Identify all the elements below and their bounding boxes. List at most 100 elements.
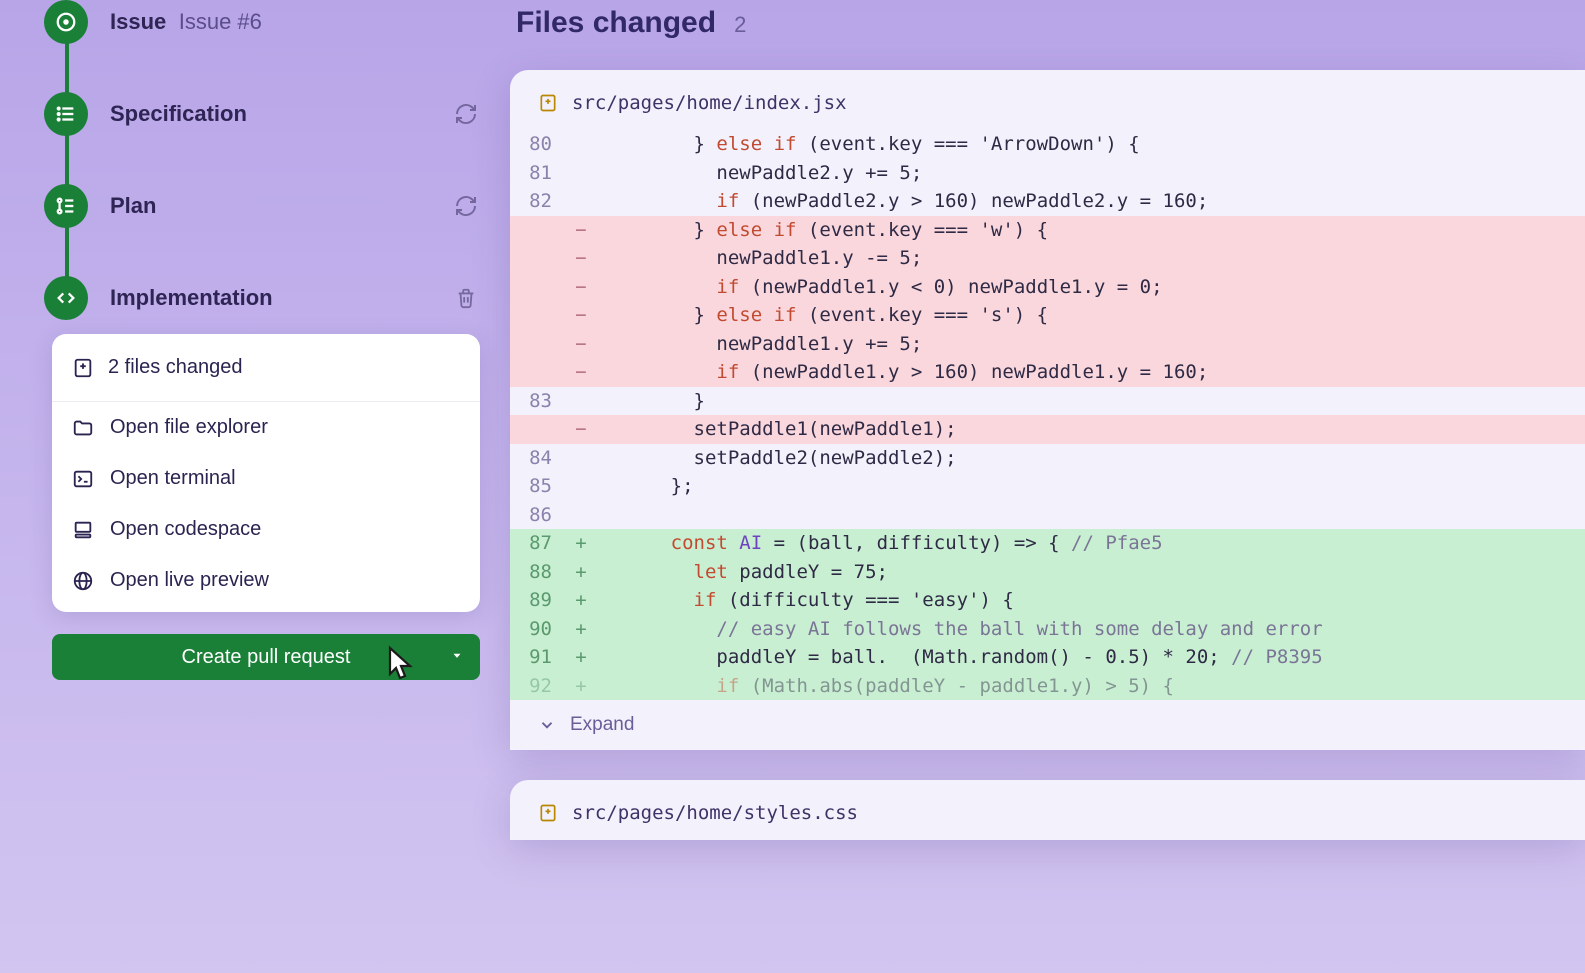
- code-content: [598, 501, 1585, 530]
- refresh-icon[interactable]: [452, 100, 480, 128]
- diff-marker: −: [564, 216, 598, 245]
- diff-line[interactable]: − if (newPaddle1.y < 0) newPaddle1.y = 0…: [510, 273, 1585, 302]
- diff-marker: +: [564, 586, 598, 615]
- line-number: [510, 330, 564, 359]
- code-content: } else if (event.key === 'w') {: [598, 216, 1585, 245]
- diff-marker: [564, 187, 598, 216]
- diff-marker: −: [564, 301, 598, 330]
- line-number: 85: [510, 472, 564, 501]
- line-number: 92: [510, 672, 564, 701]
- diff-line[interactable]: 90+ // easy AI follows the ball with som…: [510, 615, 1585, 644]
- code-content: let paddleY = 75;: [598, 558, 1585, 587]
- open-live-preview[interactable]: Open live preview: [52, 555, 480, 612]
- line-number: [510, 216, 564, 245]
- step-plan[interactable]: Plan: [20, 184, 480, 228]
- code-icon: [44, 276, 88, 320]
- step-implementation[interactable]: Implementation: [20, 276, 480, 320]
- code-content: if (newPaddle1.y < 0) newPaddle1.y = 0;: [598, 273, 1585, 302]
- diff-line[interactable]: − newPaddle1.y -= 5;: [510, 244, 1585, 273]
- open-codespace[interactable]: Open codespace: [52, 504, 480, 555]
- card-item-label: Open codespace: [110, 518, 261, 541]
- step-subtitle: Issue #6: [179, 9, 262, 34]
- code-content: };: [598, 472, 1585, 501]
- refresh-icon[interactable]: [452, 192, 480, 220]
- step-title: Implementation: [110, 285, 273, 311]
- trash-icon[interactable]: [452, 284, 480, 312]
- diff-line[interactable]: 89+ if (difficulty === 'easy') {: [510, 586, 1585, 615]
- diff-marker: [564, 472, 598, 501]
- caret-down-icon[interactable]: [450, 646, 464, 669]
- files-changed-label: 2 files changed: [108, 356, 243, 379]
- diff-file-card: src/pages/home/index.jsx 80 } else if (e…: [510, 70, 1585, 750]
- line-number: [510, 301, 564, 330]
- diff-line[interactable]: 80 } else if (event.key === 'ArrowDown')…: [510, 130, 1585, 159]
- diff-line[interactable]: 88+ let paddleY = 75;: [510, 558, 1585, 587]
- code-content: setPaddle1(newPaddle1);: [598, 415, 1585, 444]
- diff-line[interactable]: 82 if (newPaddle2.y > 160) newPaddle2.y …: [510, 187, 1585, 216]
- code-content: if (difficulty === 'easy') {: [598, 586, 1585, 615]
- diff-marker: +: [564, 643, 598, 672]
- code-content: paddleY = ball. (Math.random() - 0.5) * …: [598, 643, 1585, 672]
- code-content: } else if (event.key === 'ArrowDown') {: [598, 130, 1585, 159]
- file-header[interactable]: src/pages/home/index.jsx: [510, 70, 1585, 130]
- diff-marker: [564, 444, 598, 473]
- diff-marker: [564, 159, 598, 188]
- line-number: 83: [510, 387, 564, 416]
- file-path: src/pages/home/styles.css: [572, 802, 858, 824]
- step-title: Specification: [110, 101, 247, 127]
- diff-line[interactable]: 84 setPaddle2(newPaddle2);: [510, 444, 1585, 473]
- step-specification[interactable]: Specification: [20, 92, 480, 136]
- diff-line[interactable]: − if (newPaddle1.y > 160) newPaddle1.y =…: [510, 358, 1585, 387]
- line-number: [510, 244, 564, 273]
- card-item-label: Open live preview: [110, 569, 269, 592]
- diff-marker: [564, 387, 598, 416]
- line-number: [510, 273, 564, 302]
- card-item-label: Open file explorer: [110, 416, 268, 439]
- page-title: Files changed: [516, 6, 716, 40]
- diff-line[interactable]: 91+ paddleY = ball. (Math.random() - 0.5…: [510, 643, 1585, 672]
- file-header[interactable]: src/pages/home/styles.css: [510, 780, 1585, 840]
- card-item-label: Open terminal: [110, 467, 236, 490]
- diff-line[interactable]: 86: [510, 501, 1585, 530]
- open-file-explorer[interactable]: Open file explorer: [52, 402, 480, 453]
- diff-code-table: 80 } else if (event.key === 'ArrowDown')…: [510, 130, 1585, 700]
- diff-marker: [564, 130, 598, 159]
- diff-line[interactable]: 87+ const AI = (ball, difficulty) => { /…: [510, 529, 1585, 558]
- diff-line[interactable]: − setPaddle1(newPaddle1);: [510, 415, 1585, 444]
- line-number: 87: [510, 529, 564, 558]
- code-content: if (newPaddle2.y > 160) newPaddle2.y = 1…: [598, 187, 1585, 216]
- code-content: }: [598, 387, 1585, 416]
- diff-line[interactable]: 83 }: [510, 387, 1585, 416]
- create-pull-request-button[interactable]: Create pull request: [52, 634, 480, 680]
- timeline-connector: [65, 20, 69, 290]
- code-content: if (newPaddle1.y > 160) newPaddle1.y = 1…: [598, 358, 1585, 387]
- cta-label: Create pull request: [182, 646, 351, 669]
- implementation-card: 2 files changed Open file explorer Open …: [52, 334, 480, 612]
- line-number: 81: [510, 159, 564, 188]
- diff-line[interactable]: 81 newPaddle2.y += 5;: [510, 159, 1585, 188]
- expand-button[interactable]: Expand: [510, 700, 1585, 750]
- diff-marker: +: [564, 529, 598, 558]
- files-count-badge: 2: [734, 12, 746, 38]
- diff-marker: −: [564, 273, 598, 302]
- expand-label: Expand: [570, 714, 634, 736]
- line-number: 80: [510, 130, 564, 159]
- list-icon: [44, 92, 88, 136]
- diff-line[interactable]: 85 };: [510, 472, 1585, 501]
- diff-line[interactable]: − } else if (event.key === 'w') {: [510, 216, 1585, 245]
- open-terminal[interactable]: Open terminal: [52, 453, 480, 504]
- code-content: newPaddle2.y += 5;: [598, 159, 1585, 188]
- diff-marker: −: [564, 358, 598, 387]
- diff-marker: −: [564, 330, 598, 359]
- code-content: newPaddle1.y += 5;: [598, 330, 1585, 359]
- step-issue[interactable]: Issue Issue #6: [20, 0, 480, 44]
- diff-line[interactable]: − } else if (event.key === 's') {: [510, 301, 1585, 330]
- main-header: Files changed 2: [510, 6, 1585, 40]
- diff-line[interactable]: − newPaddle1.y += 5;: [510, 330, 1585, 359]
- diff-line[interactable]: 92+ if (Math.abs(paddleY - paddle1.y) > …: [510, 672, 1585, 701]
- line-number: [510, 415, 564, 444]
- timeline: Issue Issue #6 Specification P: [20, 0, 480, 320]
- code-content: // easy AI follows the ball with some de…: [598, 615, 1585, 644]
- main-panel: Files changed 2 src/pages/home/index.jsx…: [510, 0, 1585, 973]
- files-changed-summary[interactable]: 2 files changed: [52, 334, 480, 402]
